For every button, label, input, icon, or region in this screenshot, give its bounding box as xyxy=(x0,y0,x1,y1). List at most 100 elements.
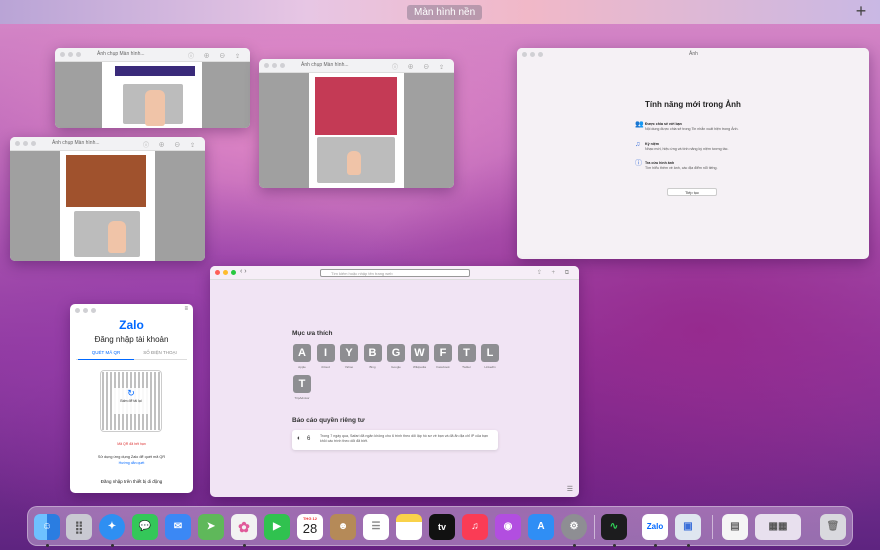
window-titlebar: Ảnh chụp Màn hình... ⓘ ⊕ ⊖ ⇪ xyxy=(259,59,454,73)
favorite-tile[interactable]: W Wikipedia xyxy=(410,344,430,369)
window-titlebar: Ảnh chụp Màn hình... ⓘ ⊕ ⊖ ⇪ xyxy=(10,137,205,151)
traffic-lights[interactable] xyxy=(215,270,236,275)
favorite-tile[interactable]: F Facebook xyxy=(433,344,453,369)
mobile-login-text[interactable]: Đăng nhập trên thiết bị di động xyxy=(70,479,193,484)
traffic-lights xyxy=(75,308,96,313)
traffic-lights xyxy=(264,63,285,68)
shield-icon: ◐ xyxy=(297,435,302,442)
menu-icon[interactable]: ≡ xyxy=(184,306,188,312)
contacts-icon[interactable]: ☻ xyxy=(330,514,356,540)
qr-instruction: Sử dụng ứng dụng Zalo để quét mã QR xyxy=(97,455,166,459)
running-indicator xyxy=(243,544,246,547)
window-titlebar: Ảnh chụp Màn hình... ⓘ ⊕ ⊖ ⇪ xyxy=(55,48,250,62)
screenshots-stack-icon[interactable]: ▦▦ xyxy=(755,514,801,540)
dock-separator xyxy=(594,515,595,539)
dock: ☺ ⣿ ✦ 💬 ✉ ➤ ✿ ▶ THG 12 28 ☻ ☰ tv ♫ ◉ A ⚙… xyxy=(27,506,853,547)
privacy-report-title: Báo cáo quyền riêng tư xyxy=(292,417,365,424)
share-newtab-icons[interactable]: ⇪ + ⧉ xyxy=(537,269,573,277)
document-icon[interactable]: ▤ xyxy=(722,514,748,540)
safari-icon[interactable]: ✦ xyxy=(99,514,125,540)
reminders-icon[interactable]: ☰ xyxy=(363,514,389,540)
refresh-icon: ↻ xyxy=(127,388,135,398)
favorite-tile[interactable]: T Twitter xyxy=(457,344,477,369)
add-desktop-button[interactable]: + xyxy=(852,2,870,20)
favorites-title: Mục ưa thích xyxy=(292,330,333,337)
facetime-icon[interactable]: ▶ xyxy=(264,514,290,540)
screenshot-strip xyxy=(315,77,397,135)
calendar-day: 28 xyxy=(302,521,318,536)
address-bar[interactable]: Tìm kiếm hoặc nhập tên trang web xyxy=(320,269,470,277)
toolbar-icons: ⓘ ⊕ ⊖ ⇪ xyxy=(187,54,244,60)
activity-monitor-icon[interactable]: ∿ xyxy=(601,514,627,540)
qr-refresh-button[interactable]: ↻ Bấm để tải lại xyxy=(114,388,148,414)
notes-icon[interactable] xyxy=(396,514,422,540)
trash-icon[interactable]: 🗑 xyxy=(820,514,846,540)
continue-button[interactable]: Tiếp tục xyxy=(667,188,717,196)
window-title: Ảnh xyxy=(689,51,698,57)
preview-icon[interactable]: ▣ xyxy=(675,514,701,540)
maps-icon[interactable]: ➤ xyxy=(198,514,224,540)
favorite-tile[interactable]: IiCloud xyxy=(316,344,336,369)
zalo-window[interactable]: ≡ Zalo Đăng nhập tài khoản QUÉT MÃ QR SỐ… xyxy=(70,304,193,493)
finder-icon[interactable]: ☺ xyxy=(34,514,60,540)
favorite-tile[interactable]: L LinkedIn xyxy=(480,344,500,369)
system-preferences-icon[interactable]: ⚙ xyxy=(561,514,587,540)
app-store-icon[interactable]: A xyxy=(528,514,554,540)
feature-lookup: ⓘ Tra cứu hình ảnh Tìm hiểu thêm về ảnh,… xyxy=(635,160,745,171)
podcasts-icon[interactable]: ◉ xyxy=(495,514,521,540)
running-indicator xyxy=(613,544,616,547)
favorites-grid: A Apple IiCloud Y Yahoo B Bing G Google W Wik… xyxy=(292,344,522,400)
calendar-month: THG 12 xyxy=(302,516,317,521)
safari-window[interactable]: ‹ › Tìm kiếm hoặc nhập tên trang web ⇪ +… xyxy=(210,266,579,497)
privacy-report-text: Trong 7 ngày qua, Safari đã ngăn không c… xyxy=(320,434,488,443)
privacy-report-card[interactable]: ◐ 6 Trong 7 ngày qua, Safari đã ngăn khô… xyxy=(292,430,498,450)
people-icon: 👥 xyxy=(635,121,644,128)
qr-expired-text: Mã QR đã hết hạn xyxy=(117,442,146,446)
favorite-tile[interactable]: B Bing xyxy=(363,344,383,369)
info-icon: ⓘ xyxy=(635,160,642,167)
window-title: Ảnh chụp Màn hình... xyxy=(97,51,145,57)
running-indicator xyxy=(111,544,114,547)
qr-guide-link[interactable]: Hướng dẫn quét xyxy=(70,461,193,465)
preview-window-1[interactable]: Ảnh chụp Màn hình... ⓘ ⊕ ⊖ ⇪ xyxy=(55,48,250,128)
tab-phone[interactable]: SỐ ĐIỆN THOẠI xyxy=(132,350,188,355)
favorite-tile[interactable]: A Apple xyxy=(292,344,312,369)
feature-desc: Nội dung được chia sẻ trong Tin nhắn xuấ… xyxy=(645,127,739,131)
desktop-space-label[interactable]: Màn hình nền xyxy=(407,5,483,20)
customize-icon[interactable]: ☰ xyxy=(567,485,573,493)
trackpad-image xyxy=(74,211,140,257)
qr-refresh-label: Bấm để tải lại xyxy=(120,399,142,403)
running-indicator xyxy=(687,544,690,547)
running-indicator xyxy=(46,544,49,547)
hand-image xyxy=(347,151,361,175)
login-heading: Đăng nhập tài khoản xyxy=(94,335,169,344)
zalo-icon[interactable]: Zalo xyxy=(642,514,668,540)
window-titlebar: Ảnh xyxy=(517,48,869,62)
preview-window-3[interactable]: Ảnh chụp Màn hình... ⓘ ⊕ ⊖ ⇪ xyxy=(10,137,205,261)
preview-window-2[interactable]: Ảnh chụp Màn hình... ⓘ ⊕ ⊖ ⇪ xyxy=(259,59,454,188)
running-indicator xyxy=(654,544,657,547)
music-icon[interactable]: ♫ xyxy=(462,514,488,540)
traffic-lights xyxy=(522,52,543,57)
favorite-tile[interactable]: T TripAdvisor xyxy=(292,375,312,400)
hand-image xyxy=(145,90,165,126)
mail-icon[interactable]: ✉ xyxy=(165,514,191,540)
tab-qr[interactable]: QUÉT MÃ QR xyxy=(78,350,134,360)
window-title: Ảnh chụp Màn hình... xyxy=(301,62,349,68)
photos-window[interactable]: Ảnh Tính năng mới trong Ảnh 👥 Được chia … xyxy=(517,48,869,259)
traffic-lights xyxy=(60,52,81,57)
apple-tv-icon[interactable]: tv xyxy=(429,514,455,540)
photos-icon[interactable]: ✿ xyxy=(231,514,257,540)
running-indicator xyxy=(573,544,576,547)
messages-icon[interactable]: 💬 xyxy=(132,514,158,540)
feature-desc: Nhạc mới, hiệu ứng và tính năng kỷ niệm … xyxy=(645,147,729,151)
launchpad-icon[interactable]: ⣿ xyxy=(66,514,92,540)
calendar-icon[interactable]: THG 12 28 xyxy=(297,514,323,540)
favorite-tile[interactable]: Y Yahoo xyxy=(339,344,359,369)
music-icon: ♫ xyxy=(635,141,641,148)
screenshot-strip xyxy=(115,66,195,76)
favorite-tile[interactable]: G Google xyxy=(386,344,406,369)
nav-arrows-icon[interactable]: ‹ › xyxy=(240,268,247,275)
photos-heading: Tính năng mới trong Ảnh xyxy=(645,100,741,109)
login-tabs: QUÉT MÃ QR SỐ ĐIỆN THOẠI xyxy=(76,348,187,360)
